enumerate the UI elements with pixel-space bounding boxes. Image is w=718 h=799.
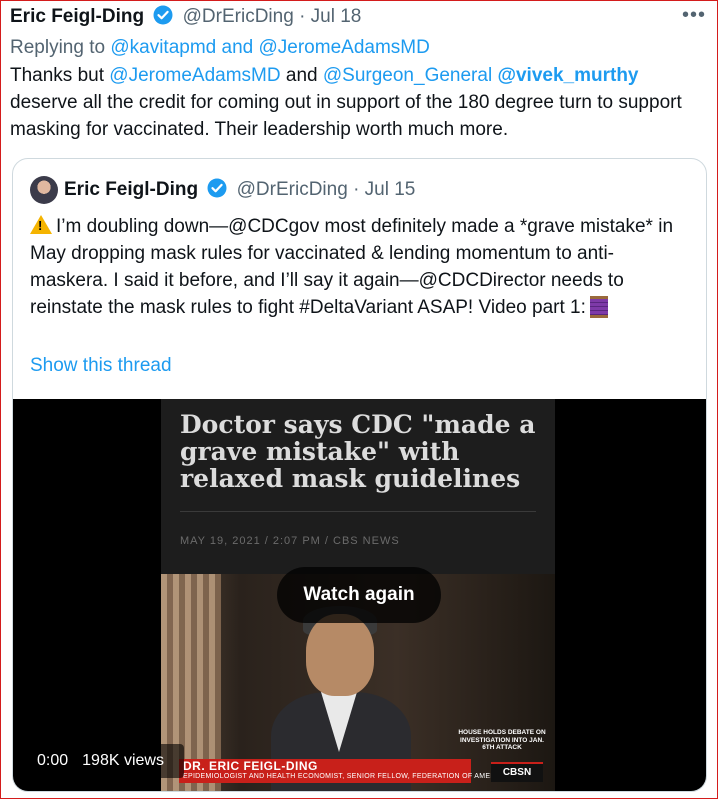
lower-third-name: DR. ERIC FEIGL-DING (183, 759, 318, 773)
quoted-author-handle[interactable]: @DrEricDing (237, 179, 348, 200)
quoted-tweet-text: I’m doubling down—@CDCgov most definitel… (30, 216, 674, 318)
avatar[interactable] (30, 176, 58, 204)
lower-third-role: EPIDEMIOLOGIST AND HEALTH ECONOMIST, SEN… (183, 773, 529, 780)
mention-surgeon-general[interactable]: @Surgeon_General (323, 65, 492, 86)
lower-third: DR. ERIC FEIGL-DING EPIDEMIOLOGIST AND H… (179, 759, 528, 783)
more-icon[interactable]: ••• (682, 4, 706, 27)
tweet-header: Eric Feigl-Ding @DrEricDing · Jul 18 (10, 4, 710, 30)
mention-vivek-murthy[interactable]: @vivek_murthy (497, 65, 638, 86)
separator-dot: · (353, 179, 360, 200)
verified-badge-icon (207, 178, 227, 198)
quoted-author-name[interactable]: Eric Feigl-Ding (64, 179, 198, 200)
quoted-header-text: Eric Feigl-Ding @DrEricDing · Jul 15 (64, 175, 415, 205)
quoted-tweet[interactable]: Eric Feigl-Ding @DrEricDing · Jul 15 I’m… (12, 158, 707, 792)
video-dateline: MAY 19, 2021 / 2:07 PM / CBS NEWS (180, 535, 400, 547)
mention-jeromeadamsmd[interactable]: @JeromeAdamsMD (109, 65, 280, 86)
reply-prefix: Replying to (10, 37, 106, 58)
quoted-tweet-body: I’m doubling down—@CDCgov most definitel… (30, 213, 690, 321)
watch-again-button[interactable]: Watch again (277, 567, 441, 623)
news-ticker: HOUSE HOLDS DEBATE ON INVESTIGATION INTO… (458, 729, 546, 751)
tweet-text-part: deserve all the credit for coming out in… (10, 92, 682, 140)
video-stats: 0:00 198K views (31, 744, 184, 778)
thread-spool-icon (589, 296, 608, 318)
video-player[interactable]: Doctor says CDC "made a grave mistake" w… (13, 399, 706, 791)
author-name[interactable]: Eric Feigl-Ding (10, 6, 144, 27)
separator-dot: · (299, 6, 306, 27)
verified-badge-icon (153, 5, 173, 25)
quoted-tweet-date[interactable]: Jul 15 (365, 179, 416, 200)
warning-icon (30, 215, 52, 234)
author-handle[interactable]: @DrEricDing (183, 6, 294, 27)
show-thread-link[interactable]: Show this thread (30, 354, 172, 378)
video-time: 0:00 (37, 752, 69, 769)
network-logo: CBSN (491, 762, 543, 782)
video-views: 198K views (82, 752, 164, 769)
person-head (306, 614, 374, 696)
reply-context: Replying to @kavitapmd and @JeromeAdamsM… (10, 36, 430, 60)
divider (180, 511, 536, 512)
tweet-body: Thanks but @JeromeAdamsMD and @Surgeon_G… (10, 62, 700, 143)
video-headline: Doctor says CDC "made a grave mistake" w… (180, 410, 536, 493)
reply-and[interactable]: and (222, 37, 254, 58)
tweet-text-part: and (285, 65, 318, 86)
tweet-text-part: Thanks but (10, 65, 104, 86)
tweet-date[interactable]: Jul 18 (311, 6, 362, 27)
reply-mention-kavitapmd[interactable]: @kavitapmd (110, 37, 216, 58)
reply-mention-jeromeadamsmd[interactable]: @JeromeAdamsMD (259, 37, 430, 58)
